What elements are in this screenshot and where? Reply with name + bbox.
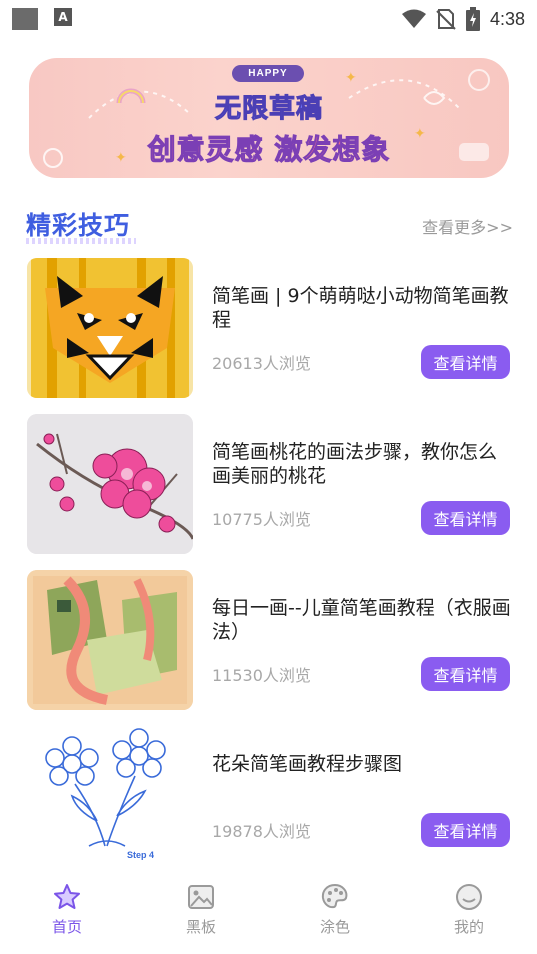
- star-icon: [54, 884, 80, 909]
- battery-charging-icon: [465, 7, 480, 31]
- sparkle-icon: ✦: [345, 70, 357, 86]
- image-caption: Step 4: [127, 850, 154, 860]
- notification-icon: [12, 8, 38, 30]
- article-title[interactable]: 每日一画--儿童简笔画教程（衣服画法）: [212, 596, 512, 644]
- list-item[interactable]: 每日一画--儿童简笔画教程（衣服画法） 11530人浏览 查看详情: [0, 564, 537, 719]
- promo-banner[interactable]: ✦ ✦ ✦ HAPPY 无限草稿 创意灵感 激发想象: [29, 58, 509, 178]
- article-title[interactable]: 简笔画 | 9个萌萌哒小动物简笔画教程: [212, 284, 512, 332]
- list-item[interactable]: Step 4 花朵简笔画教程步骤图 19878人浏览 查看详情: [0, 720, 537, 875]
- nav-home[interactable]: 首页: [27, 882, 107, 937]
- nav-label: 黑板: [185, 918, 216, 936]
- bottom-navigation: 首页 黑板 涂色 我的: [0, 874, 537, 954]
- flower-sketch-illustration: Step 4: [45, 728, 166, 860]
- no-signal-icon: [436, 9, 456, 30]
- clock: 4:38: [489, 8, 525, 29]
- nav-label: 我的: [453, 918, 484, 936]
- profile-icon: [456, 884, 482, 910]
- app-notification-icon: A: [54, 8, 72, 26]
- view-count: 19878人浏览: [212, 822, 311, 841]
- article-thumbnail[interactable]: [27, 414, 193, 554]
- tiger-illustration: [27, 258, 193, 398]
- nav-profile[interactable]: 我的: [429, 882, 509, 937]
- article-thumbnail[interactable]: [27, 258, 193, 398]
- view-count: 11530人浏览: [212, 666, 311, 685]
- status-bar: A 4:38: [0, 0, 537, 38]
- view-details-button[interactable]: 查看详情: [421, 501, 510, 535]
- palette-icon: [321, 883, 348, 909]
- view-details-button[interactable]: 查看详情: [421, 813, 510, 847]
- status-icons: 4:38: [401, 6, 525, 32]
- nav-label: 首页: [51, 918, 82, 936]
- view-details-button[interactable]: 查看详情: [421, 657, 510, 691]
- banner-subheadline: 创意灵感 激发想象: [147, 133, 391, 167]
- nav-blackboard[interactable]: 黑板: [161, 882, 241, 937]
- banner-badge: HAPPY: [232, 65, 304, 82]
- image-board-icon: [188, 885, 214, 909]
- view-count: 10775人浏览: [212, 510, 311, 529]
- see-more-link[interactable]: 查看更多>>: [422, 214, 513, 238]
- article-title[interactable]: 花朵简笔画教程步骤图: [212, 752, 512, 776]
- banner-headline: 无限草稿: [214, 94, 323, 125]
- nav-coloring[interactable]: 涂色: [295, 882, 375, 937]
- article-thumbnail[interactable]: [27, 570, 193, 710]
- peach-blossom-illustration: [27, 414, 193, 554]
- section-title: 精彩技巧: [26, 206, 137, 244]
- nav-label: 涂色: [319, 918, 350, 936]
- view-details-button[interactable]: 查看详情: [421, 345, 510, 379]
- wifi-icon: [401, 9, 426, 28]
- list-item[interactable]: 简笔画 | 9个萌萌哒小动物简笔画教程 20613人浏览 查看详情: [0, 252, 537, 407]
- list-item[interactable]: 简笔画桃花的画法步骤，教你怎么画美丽的桃花 10775人浏览 查看详情: [0, 408, 537, 563]
- view-count: 20613人浏览: [212, 354, 311, 373]
- article-thumbnail[interactable]: Step 4: [27, 726, 193, 866]
- clothes-illustration: [27, 570, 193, 710]
- article-title[interactable]: 简笔画桃花的画法步骤，教你怎么画美丽的桃花: [212, 440, 512, 488]
